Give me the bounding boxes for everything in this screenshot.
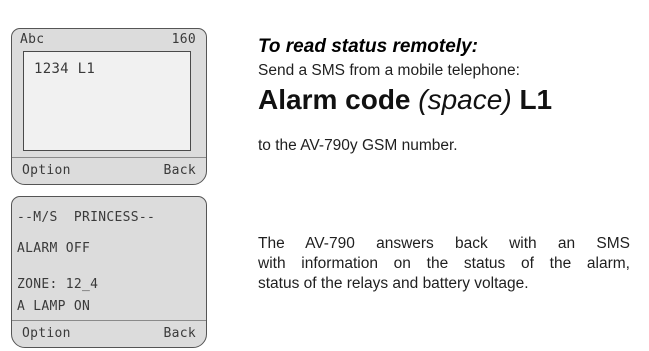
reply-line-2: with information on the status of the al… xyxy=(258,255,630,272)
input-mode-label: Abc xyxy=(20,32,45,47)
softkey-bar: Option Back xyxy=(12,320,206,347)
command-l1: L1 xyxy=(519,84,553,115)
phone-screen-compose: Abc 160 1234 L1 Option Back xyxy=(11,28,207,185)
phone-screen-status-reply: --M/S PRINCESS-- ALARM OFF ZONE: 12_4 A … xyxy=(11,196,207,348)
message-text: 1234 L1 xyxy=(34,61,96,77)
option-softkey[interactable]: Option xyxy=(22,326,71,341)
option-softkey[interactable]: Option xyxy=(22,163,71,178)
intro-text: Send a SMS from a mobile telephone: xyxy=(258,62,520,79)
back-softkey[interactable]: Back xyxy=(163,326,196,341)
reply-line-1: The AV-790 answers back with an SMS xyxy=(258,235,630,252)
softkey-bar: Option Back xyxy=(12,157,206,184)
command-space: (space) xyxy=(418,84,512,115)
back-softkey[interactable]: Back xyxy=(163,163,196,178)
zone-status: ZONE: 12_4 xyxy=(17,277,99,292)
message-text-area[interactable]: 1234 L1 xyxy=(23,51,191,151)
lamp-status: A LAMP ON xyxy=(17,299,91,314)
character-counter: 160 xyxy=(171,32,196,47)
reply-line-3: status of the relays and battery voltage… xyxy=(258,275,529,292)
vessel-name: --M/S PRINCESS-- xyxy=(17,210,156,225)
destination-text: to the AV-790y GSM number. xyxy=(258,137,458,154)
command-alarm-code: Alarm code xyxy=(258,84,411,115)
section-heading: To read status remotely: xyxy=(258,36,478,57)
alarm-status: ALARM OFF xyxy=(17,241,91,256)
sms-command: Alarm code (space) L1 xyxy=(258,84,552,116)
reply-description: The AV-790 answers back with an SMS with… xyxy=(258,234,630,294)
